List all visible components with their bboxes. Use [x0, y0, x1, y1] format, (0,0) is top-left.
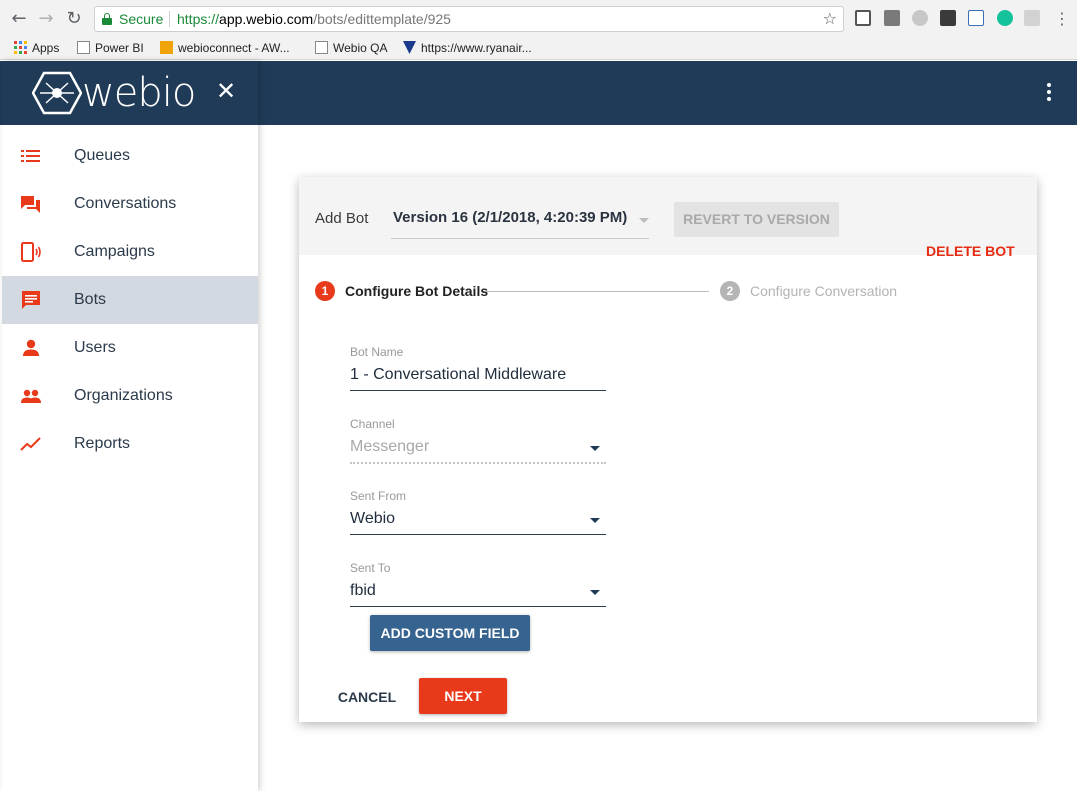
drive-icon[interactable] [912, 10, 928, 26]
aws-icon [160, 41, 173, 54]
trending-up-icon [20, 437, 41, 451]
stepper-connector [486, 291, 709, 292]
browser-menu-icon[interactable]: ⋮ [1050, 7, 1074, 31]
sidebar-item-label: Campaigns [74, 243, 155, 260]
cancel-button[interactable]: CANCEL [327, 679, 407, 715]
sent-to-label: Sent To [350, 561, 391, 575]
bookmark-webioqa[interactable]: Webio QA [315, 40, 387, 56]
sidebar-item-organizations[interactable]: Organizations [2, 372, 258, 420]
field-underline [350, 534, 606, 535]
sidebar-item-label: Users [74, 339, 116, 356]
list-icon [21, 150, 40, 162]
sidebar-item-users[interactable]: Users [2, 324, 258, 372]
url-scheme: https:// [177, 11, 220, 27]
back-arrow-icon[interactable]: ← [7, 7, 31, 31]
add-custom-field-button[interactable]: ADD CUSTOM FIELD [370, 615, 530, 651]
sidebar-item-queues[interactable]: Queues [2, 132, 258, 180]
bookmark-apps-label: Apps [32, 41, 60, 55]
bookmark-webioconnect[interactable]: webioconnect - AW... [160, 40, 290, 56]
field-underline [350, 390, 606, 391]
field-underline [350, 606, 606, 607]
version-value: Version 16 (2/1/2018, 4:20:39 PM) [393, 209, 628, 226]
g-extension-icon[interactable] [1024, 10, 1040, 26]
channel-value: Messenger [350, 438, 430, 455]
bookmark-powerbi-label: Power BI [95, 41, 144, 55]
dropdown-arrow-icon [639, 218, 649, 223]
webio-logo-icon [32, 71, 82, 115]
dropdown-arrow-icon [590, 446, 600, 451]
sidebar-item-label: Bots [74, 291, 107, 308]
bookmark-webioqa-label: Webio QA [333, 41, 388, 55]
dropdown-arrow-icon [590, 518, 600, 523]
step-1-label[interactable]: Configure Bot Details [345, 283, 488, 299]
people-icon [21, 389, 41, 403]
bookmark-webioconnect-label: webioconnect - AW... [178, 41, 290, 55]
page-icon [77, 41, 90, 54]
url-path: /bots/edittemplate/925 [313, 11, 451, 27]
sidebar-item-campaigns[interactable]: Campaigns [2, 228, 258, 276]
sidebar-item-label: Reports [74, 435, 131, 452]
sidebar-item-label: Conversations [74, 195, 177, 212]
edit-bot-card: Add Bot Version 16 (2/1/2018, 4:20:39 PM… [299, 177, 1037, 722]
channel-label: Channel [350, 417, 395, 431]
w-extension-icon[interactable] [968, 10, 984, 26]
bot-name-value[interactable]: 1 - Conversational Middleware [350, 366, 566, 384]
browser-toolbar: ← → ↻ Secure https://app.webio.com/bots/… [0, 0, 1077, 37]
page-icon [315, 41, 328, 54]
extension-dots-icon[interactable] [940, 10, 956, 26]
url-host: app.webio.com [219, 11, 314, 27]
sidebar-item-label: Queues [74, 147, 131, 164]
dropdown-arrow-icon [590, 590, 600, 595]
sent-to-value: fbid [350, 582, 376, 599]
bookmark-powerbi[interactable]: Power BI [77, 40, 144, 56]
phone-signal-icon [21, 242, 41, 262]
extension-icon[interactable] [884, 10, 900, 26]
grammarly-icon[interactable] [997, 10, 1013, 26]
forum-icon [21, 196, 40, 213]
step-2-label[interactable]: Configure Conversation [750, 283, 897, 299]
version-select[interactable]: Version 16 (2/1/2018, 4:20:39 PM) [391, 201, 649, 239]
cast-icon[interactable] [855, 10, 871, 26]
address-bar[interactable]: Secure https://app.webio.com/bots/editte… [94, 6, 844, 32]
bookmark-ryanair-label: https://www.ryanair... [421, 41, 532, 55]
step-2-badge: 2 [720, 281, 740, 301]
bookmark-star-icon[interactable]: ☆ [823, 7, 837, 31]
sidebar-item-reports[interactable]: Reports [2, 420, 258, 468]
url-separator [169, 11, 170, 27]
apps-grid-icon [14, 41, 27, 54]
close-icon[interactable]: ✕ [214, 79, 238, 103]
revert-to-version-button[interactable]: REVERT TO VERSION [674, 202, 839, 237]
sidebar-item-bots[interactable]: Bots [2, 276, 258, 324]
reload-icon[interactable]: ↻ [62, 7, 86, 31]
url-text[interactable]: https://app.webio.com/bots/edittemplate/… [177, 7, 451, 31]
ryanair-harp-icon [403, 41, 416, 54]
bookmark-apps[interactable]: Apps [14, 40, 59, 56]
sent-from-value: Webio [350, 510, 396, 527]
sidebar-item-label: Organizations [74, 387, 173, 404]
delete-bot-button[interactable]: DELETE BOT [926, 243, 1015, 259]
add-bot-title: Add Bot [315, 210, 369, 227]
person-icon [23, 339, 39, 356]
sidebar-item-conversations[interactable]: Conversations [2, 180, 258, 228]
secure-label: Secure [119, 11, 164, 27]
field-underline [350, 462, 606, 464]
step-1-badge: 1 [315, 281, 335, 301]
sidebar-header: webio ✕ [2, 61, 258, 125]
chat-bubble-icon [22, 291, 40, 309]
more-vert-icon[interactable] [1047, 83, 1051, 103]
next-button[interactable]: NEXT [419, 678, 507, 714]
sent-from-label: Sent From [350, 489, 407, 503]
bookmarks-bar: Apps Power BI webioconnect - AW... Webio… [0, 37, 1077, 60]
forward-arrow-icon[interactable]: → [34, 7, 58, 31]
logo-text: webio [82, 70, 196, 116]
bot-name-label: Bot Name [350, 345, 404, 359]
bookmark-ryanair[interactable]: https://www.ryanair... [403, 40, 532, 56]
sidebar: webio ✕ Queues Conversations Campaigns B… [2, 61, 258, 791]
lock-icon [102, 13, 112, 25]
